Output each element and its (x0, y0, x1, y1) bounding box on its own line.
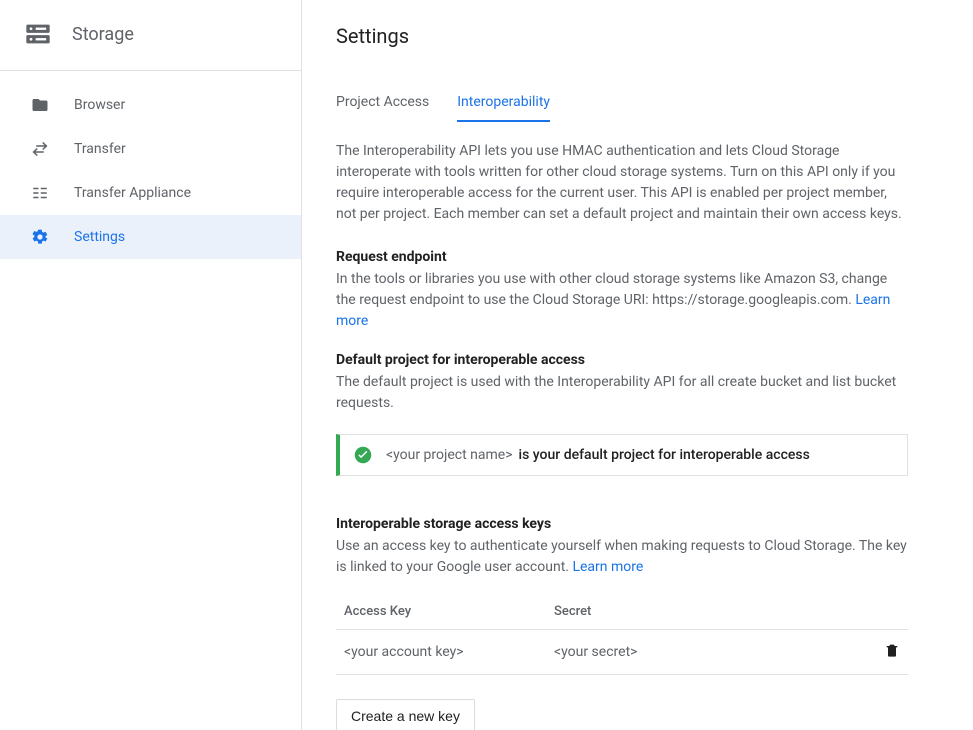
sidebar-nav: Browser Transfer Transfer Appliance Sett… (0, 71, 301, 259)
keys-table: Access Key Secret <your account key> <yo… (336, 594, 908, 675)
sidebar: Storage Browser Transfer Transfer Applia… (0, 0, 302, 730)
storage-icon (24, 20, 52, 48)
sidebar-item-settings[interactable]: Settings (0, 215, 301, 259)
gear-icon (30, 227, 50, 247)
create-key-button[interactable]: Create a new key (336, 699, 475, 730)
appliance-icon (30, 183, 50, 203)
sidebar-item-transfer[interactable]: Transfer (0, 127, 301, 171)
intro-text: The Interoperability API lets you use HM… (336, 141, 908, 225)
tab-interoperability[interactable]: Interoperability (457, 94, 550, 122)
page-title: Settings (336, 24, 939, 48)
check-circle-icon (354, 446, 372, 464)
delete-key-button[interactable] (870, 642, 900, 662)
trash-icon (884, 642, 900, 662)
sidebar-item-transfer-appliance[interactable]: Transfer Appliance (0, 171, 301, 215)
main-panel: Settings Project Access Interoperability… (302, 0, 973, 730)
project-name-placeholder: <your project name> (386, 447, 513, 463)
sidebar-item-label: Browser (74, 97, 125, 113)
tab-content: The Interoperability API lets you use HM… (302, 123, 942, 730)
sidebar-item-label: Settings (74, 229, 125, 245)
sidebar-header: Storage (0, 0, 301, 71)
tabs: Project Access Interoperability (302, 68, 973, 123)
sidebar-item-browser[interactable]: Browser (0, 83, 301, 127)
service-title: Storage (72, 24, 134, 45)
col-header-access-key: Access Key (344, 604, 554, 619)
col-header-actions (870, 604, 900, 619)
keys-title: Interoperable storage access keys (336, 516, 908, 532)
endpoint-desc-text: In the tools or libraries you use with o… (336, 271, 887, 308)
sidebar-item-label: Transfer Appliance (74, 185, 191, 201)
endpoint-title: Request endpoint (336, 249, 908, 265)
endpoint-desc: In the tools or libraries you use with o… (336, 269, 908, 332)
default-project-info-text: is your default project for interoperabl… (519, 447, 810, 463)
keys-table-header: Access Key Secret (336, 594, 908, 630)
default-project-desc: The default project is used with the Int… (336, 372, 908, 414)
default-project-title: Default project for interoperable access (336, 352, 908, 368)
folder-icon (30, 95, 50, 115)
default-project-info-box: <your project name> is your default proj… (336, 434, 908, 476)
table-row: <your account key> <your secret> (336, 630, 908, 675)
transfer-icon (30, 139, 50, 159)
sidebar-item-label: Transfer (74, 141, 126, 157)
cell-secret: <your secret> (554, 644, 870, 660)
keys-learn-more-link[interactable]: Learn more (572, 559, 643, 575)
cell-access-key: <your account key> (344, 644, 554, 660)
main-header: Settings (302, 0, 973, 68)
col-header-secret: Secret (554, 604, 870, 619)
tab-project-access[interactable]: Project Access (336, 94, 429, 122)
keys-desc: Use an access key to authenticate yourse… (336, 536, 908, 578)
